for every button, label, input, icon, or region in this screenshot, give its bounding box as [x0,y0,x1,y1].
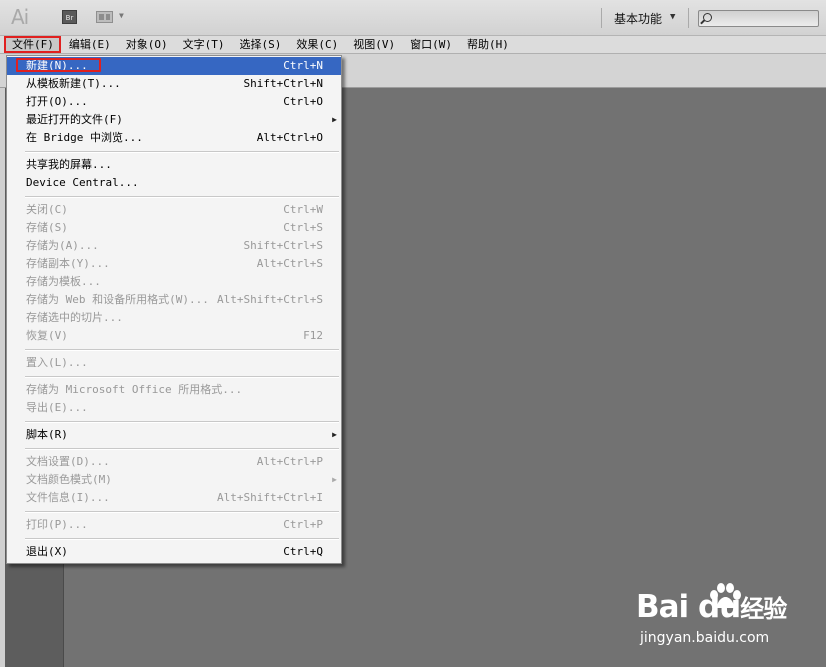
divider [601,8,602,28]
menu-separator [7,147,341,156]
divider [688,8,689,28]
menubar-item[interactable]: 选择(S) [232,36,289,53]
menu-item-label: 从模板新建(T)... [26,77,121,90]
menubar-item[interactable]: 效果(C) [288,36,345,53]
menu-item-label: 存储为(A)... [26,239,99,252]
menu-item-label: 存储选中的切片... [26,311,123,324]
menu-separator [7,372,341,381]
menubar-item[interactable]: 编辑(E) [61,36,118,53]
menu-item-label: 脚本(R) [26,428,68,441]
menu-item-label: 关闭(C) [26,203,68,216]
menu-item-shortcut: Alt+Ctrl+P [256,455,323,468]
menu-item-label: 打开(O)... [26,95,88,108]
menu-item-label: 文档设置(D)... [26,455,110,468]
menu-item: 导出(E)... [7,399,341,417]
menu-item-shortcut: Ctrl+N [283,59,323,72]
menu-item: 文件信息(I)... Alt+Shift+Ctrl+I [7,489,341,507]
menu-item-label: 在 Bridge 中浏览... [26,131,143,144]
submenu-arrow-icon: ▶ [332,475,337,484]
menu-item: 关闭(C) Ctrl+W [7,201,341,219]
menu-separator [7,507,341,516]
menu-item: 存储为模板... [7,273,341,291]
menu-item-label: 文档颜色模式(M) [26,473,112,486]
menu-item-label: 存储为模板... [26,275,101,288]
menu-item: 置入(L)... [7,354,341,372]
search-input[interactable] [698,10,819,27]
menu-item-label: 存储为 Microsoft Office 所用格式... [26,383,243,396]
menu-item-shortcut: Alt+Shift+Ctrl+I [217,491,323,504]
menu-item[interactable]: 在 Bridge 中浏览... Alt+Ctrl+O [7,129,341,147]
menu-item: 文档设置(D)... Alt+Ctrl+P [7,453,341,471]
menu-item: 存储为 Web 和设备所用格式(W)... Alt+Shift+Ctrl+S [7,291,341,309]
menu-item[interactable]: 最近打开的文件(F) ▶ [7,111,341,129]
menubar-item[interactable]: 文字(T) [175,36,232,53]
menu-item-shortcut: Alt+Ctrl+O [256,131,323,144]
menu-item-shortcut: Ctrl+S [283,221,323,234]
menu-item-label: 恢复(V) [26,329,68,342]
application-bar: Ai Br ▼ 基本功能 ▼ [0,0,826,36]
menu-item: 存储副本(Y)... Alt+Ctrl+S [7,255,341,273]
menu-item: 恢复(V) F12 [7,327,341,345]
menubar-item[interactable]: 文件(F) [4,36,61,53]
illustrator-logo: Ai [11,5,29,29]
baidu-paw-icon [710,583,741,608]
annotation-highlight-box [16,58,101,72]
menu-item-label: Device Central... [26,176,139,189]
menu-item[interactable]: 共享我的屏幕... [7,156,341,174]
menu-separator [7,192,341,201]
menu-item-label: 最近打开的文件(F) [26,113,123,126]
menu-item[interactable]: 脚本(R) ▶ [7,426,341,444]
workspace-switcher[interactable]: 基本功能 [614,10,662,27]
menu-separator [7,534,341,543]
menu-item-shortcut: Ctrl+P [283,518,323,531]
menu-item-label: 退出(X) [26,545,68,558]
menu-item: 存储选中的切片... [7,309,341,327]
menu-item: 存储为 Microsoft Office 所用格式... [7,381,341,399]
menu-item-shortcut: Shift+Ctrl+N [243,77,323,90]
menu-item: 打印(P)... Ctrl+P [7,516,341,534]
submenu-arrow-icon: ▶ [332,430,337,439]
menu-item-shortcut: Ctrl+Q [283,545,323,558]
search-icon [703,13,712,22]
menu-item-label: 导出(E)... [26,401,88,414]
menu-item: 文档颜色模式(M) ▶ [7,471,341,489]
submenu-arrow-icon: ▶ [332,115,337,124]
menu-item-shortcut: Shift+Ctrl+S [243,239,323,252]
menubar-item[interactable]: 对象(O) [118,36,175,53]
file-menu-dropdown: 新建(N)... Ctrl+N 从模板新建(T)... Shift+Ctrl+N 打开(… [6,55,342,564]
menu-separator [7,444,341,453]
menu-item-label: 置入(L)... [26,356,88,369]
menu-item-shortcut: Ctrl+W [283,203,323,216]
menu-item-label: 打印(P)... [26,518,88,531]
menu-item-shortcut: F12 [303,329,323,342]
menu-item-label: 存储为 Web 和设备所用格式(W)... [26,293,209,306]
menu-separator [7,345,341,354]
menu-bar: 文件(F) 编辑(E) 对象(O) 文字(T) 选择(S) 效果(C) 视图(V) 窗口(W)… [0,36,826,54]
menu-item: 存储(S) Ctrl+S [7,219,341,237]
menu-item[interactable]: 新建(N)... Ctrl+N [7,57,341,75]
menu-item-shortcut: Ctrl+O [283,95,323,108]
menu-item-label: 存储副本(Y)... [26,257,110,270]
chevron-down-icon[interactable]: ▼ [119,11,124,20]
menubar-item[interactable]: 窗口(W) [402,36,459,53]
menu-item[interactable]: 打开(O)... Ctrl+O [7,93,341,111]
menu-item-label: 存储(S) [26,221,68,234]
menu-item: 存储为(A)... Shift+Ctrl+S [7,237,341,255]
menu-item[interactable]: 从模板新建(T)... Shift+Ctrl+N [7,75,341,93]
menu-item-shortcut: Alt+Ctrl+S [256,257,323,270]
menu-item-shortcut: Alt+Shift+Ctrl+S [217,293,323,306]
menubar-item[interactable]: 帮助(H) [459,36,516,53]
arrange-documents-icon[interactable] [96,11,113,23]
menubar-item[interactable]: 视图(V) [345,36,402,53]
menu-item-label: 共享我的屏幕... [26,158,112,171]
baidu-watermark: Bai du经验 jingyan.baidu.com [636,582,816,652]
menu-item[interactable]: Device Central... [7,174,341,192]
watermark-site: jingyan.baidu.com [640,630,770,646]
menu-item[interactable]: 退出(X) Ctrl+Q [7,543,341,561]
bridge-button[interactable]: Br [62,10,77,24]
workspace-chevron-down-icon[interactable]: ▼ [670,12,675,22]
menu-item-label: 文件信息(I)... [26,491,110,504]
menu-separator [7,417,341,426]
